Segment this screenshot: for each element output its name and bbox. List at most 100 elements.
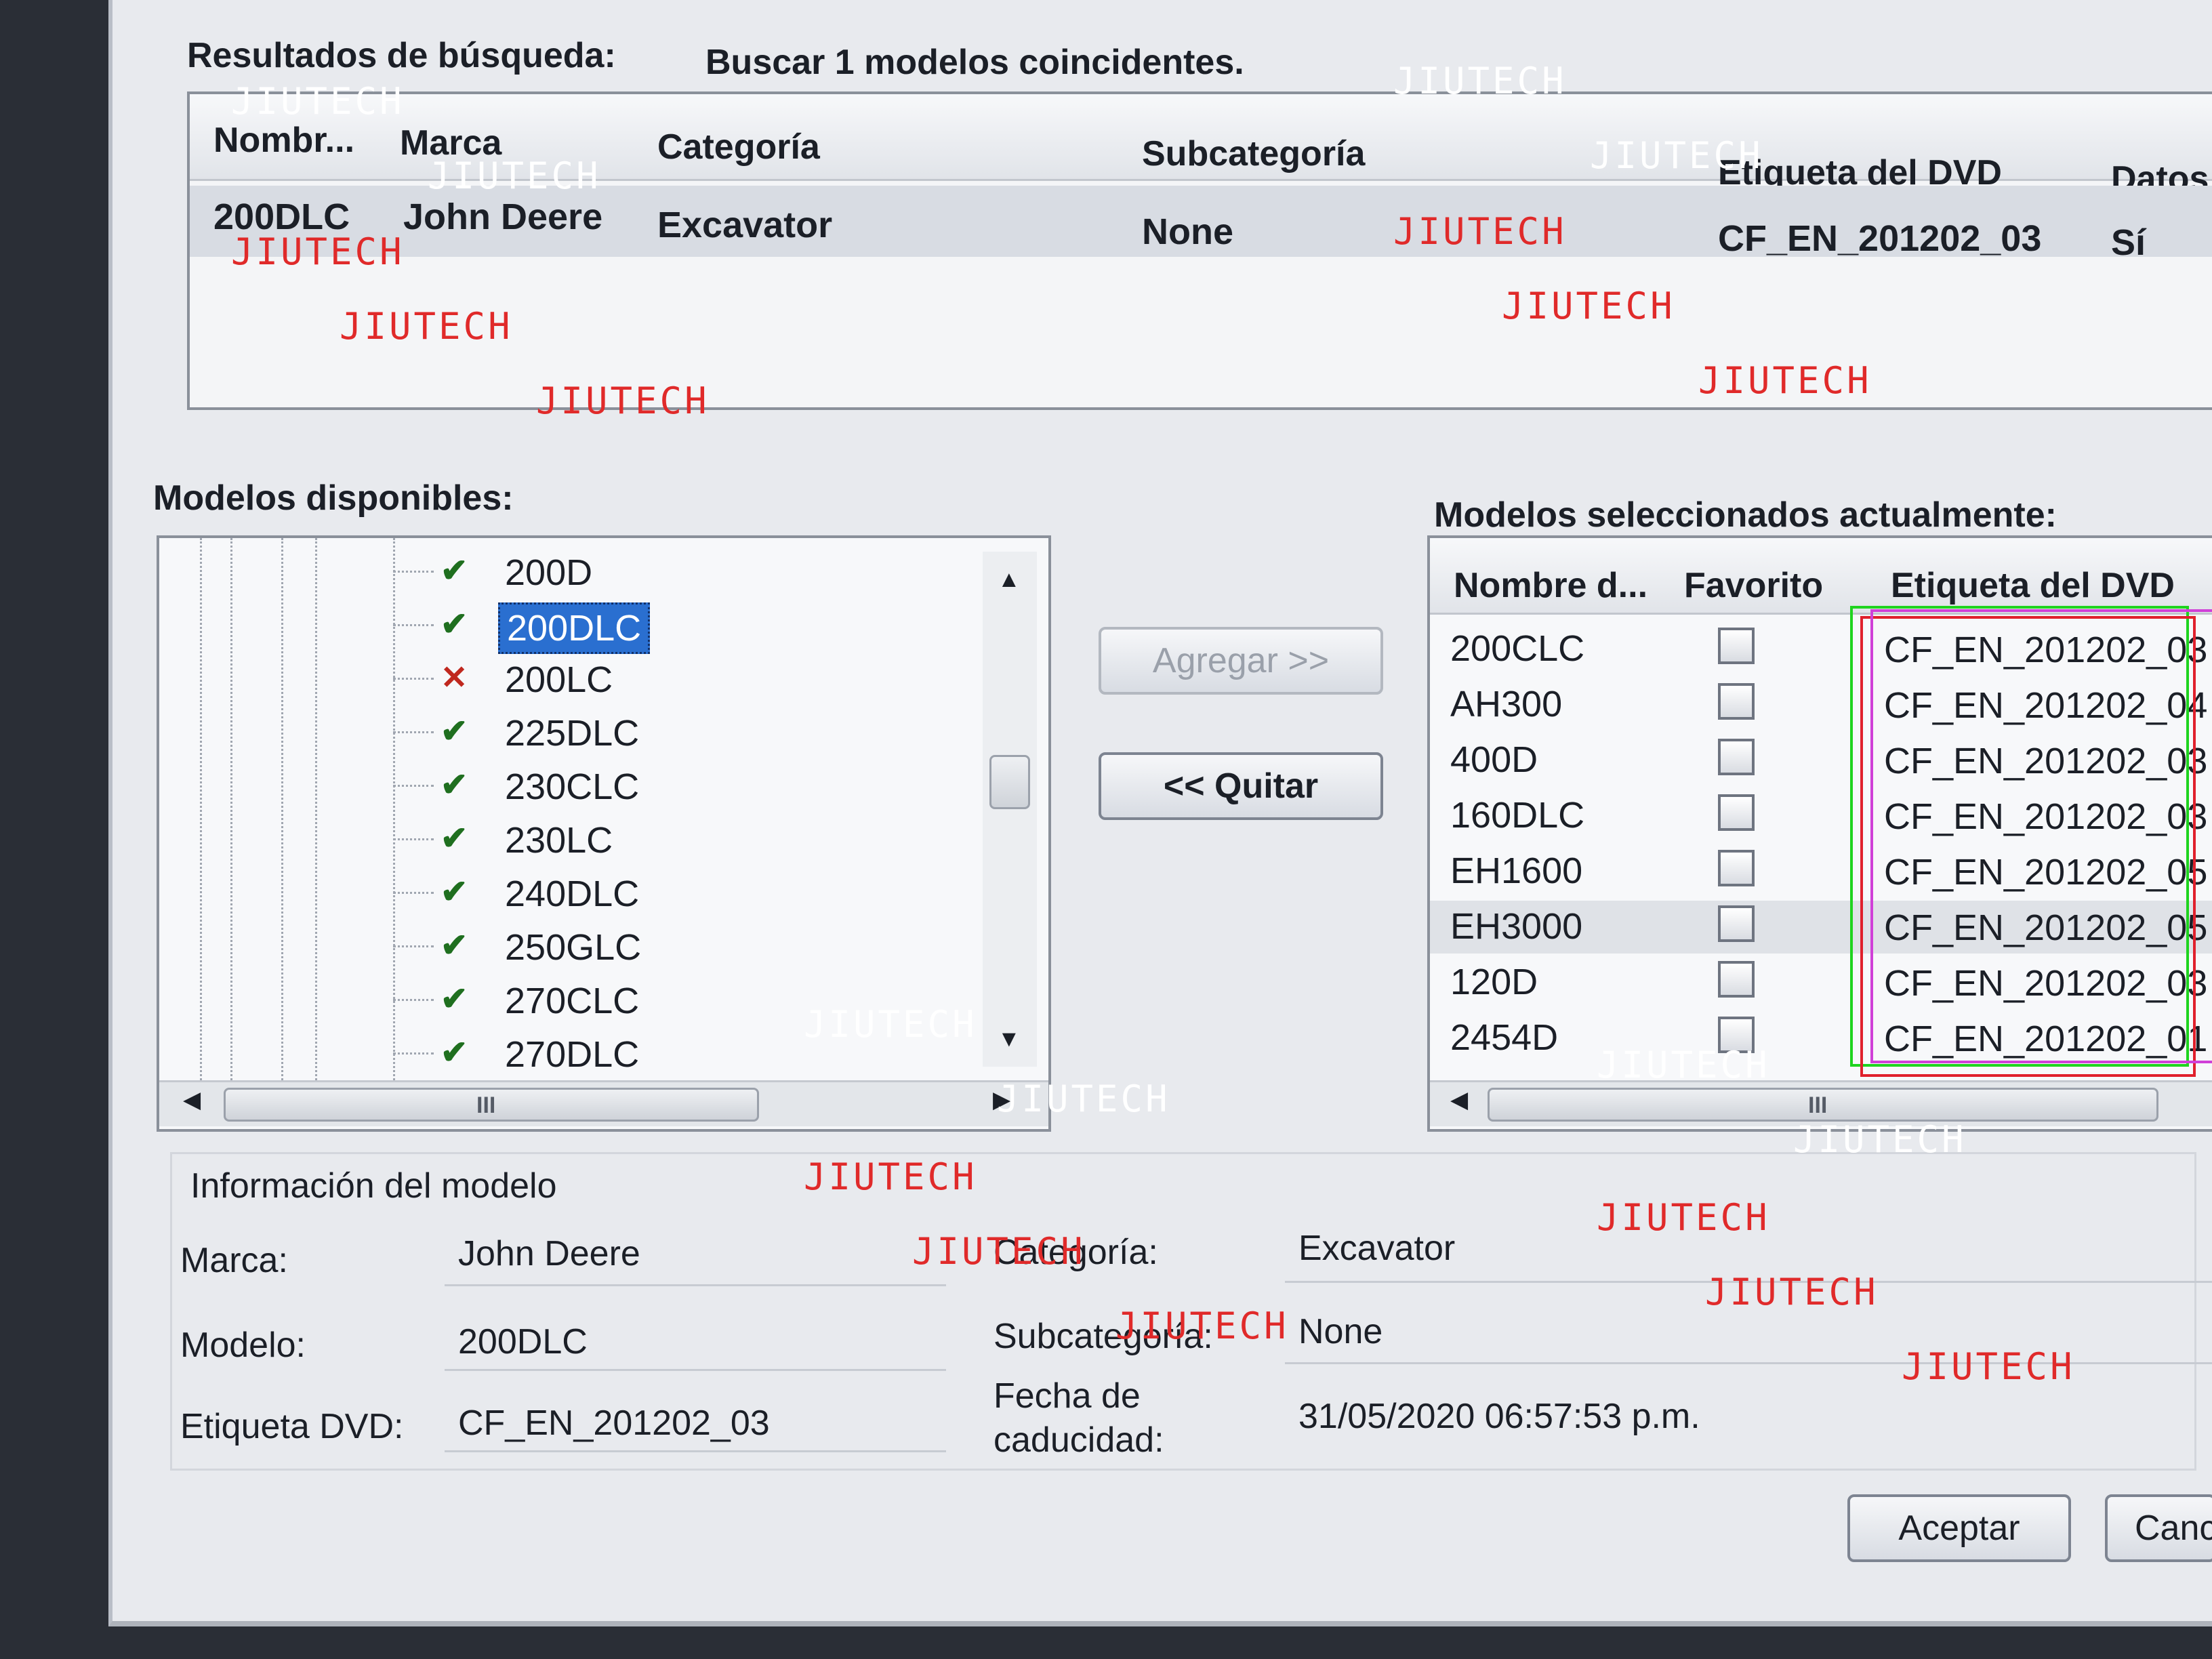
accept-button[interactable]: Aceptar bbox=[1847, 1494, 2071, 1562]
selected-model-name: EH1600 bbox=[1450, 851, 1583, 891]
dvd-value: CF_EN_201202_03 bbox=[458, 1404, 770, 1443]
favorite-checkbox[interactable] bbox=[1718, 739, 1755, 775]
grip-icon: III bbox=[476, 1092, 496, 1118]
col-selected-dvd[interactable]: Etiqueta del DVD bbox=[1891, 565, 2175, 606]
available-model-name: 250GLC bbox=[505, 927, 642, 968]
available-model-item[interactable]: ✔ 200DLC bbox=[159, 598, 972, 654]
selected-model-name: 200CLC bbox=[1450, 628, 1585, 669]
selected-models-table: Nombre d... Favorito Etiqueta del DVD 20… bbox=[1427, 535, 2212, 1132]
watermark: JIUTECH bbox=[804, 1155, 977, 1198]
selected-model-name: 120D bbox=[1450, 962, 1538, 1002]
watermark: JIUTECH bbox=[536, 380, 710, 422]
watermark: JIUTECH bbox=[1115, 1305, 1289, 1347]
available-model-name: 270CLC bbox=[505, 981, 640, 1021]
favorite-checkbox[interactable] bbox=[1718, 794, 1755, 831]
brand-value: John Deere bbox=[458, 1234, 640, 1273]
model-label: Modelo: bbox=[180, 1326, 306, 1365]
expiry-value: 31/05/2020 06:57:53 p.m. bbox=[1298, 1397, 1700, 1436]
available-model-name: 240DLC bbox=[505, 874, 640, 914]
watermark: JIUTECH bbox=[1597, 1196, 1770, 1239]
selected-model-name: AH300 bbox=[1450, 684, 1563, 724]
watermark: JIUTECH bbox=[340, 305, 513, 348]
check-icon: ✔ bbox=[441, 981, 468, 1017]
available-hscrollbar[interactable]: ◀ III ▶ bbox=[159, 1080, 1048, 1126]
watermark: JIUTECH bbox=[1597, 1044, 1770, 1086]
search-results-label: Resultados de búsqueda: bbox=[187, 36, 616, 75]
dvd-label: Etiqueta DVD: bbox=[180, 1407, 404, 1446]
col-category[interactable]: Categoría bbox=[657, 127, 820, 167]
selected-hscroll-thumb[interactable]: III bbox=[1488, 1088, 2158, 1122]
expiry-label-line2: caducidad: bbox=[994, 1420, 1164, 1460]
available-model-item[interactable]: ✔ 250GLC bbox=[159, 920, 972, 972]
watermark: JIUTECH bbox=[1502, 285, 1675, 327]
watermark: JIUTECH bbox=[1393, 210, 1567, 253]
brand-label: Marca: bbox=[180, 1241, 288, 1280]
selected-model-name: EH3000 bbox=[1450, 906, 1583, 947]
col-name[interactable]: Nombr... bbox=[213, 120, 354, 161]
favorite-checkbox[interactable] bbox=[1718, 683, 1755, 720]
search-summary: Buscar 1 modelos coincidentes. bbox=[705, 43, 1244, 82]
cross-icon: ✕ bbox=[441, 660, 468, 696]
category-value: Excavator bbox=[1298, 1229, 1456, 1268]
available-model-name: 200LC bbox=[505, 659, 613, 700]
result-category: Excavator bbox=[657, 205, 833, 245]
grip-icon: III bbox=[1808, 1092, 1828, 1118]
watermark: JIUTECH bbox=[1698, 359, 1872, 402]
result-subcategory: None bbox=[1142, 211, 1233, 252]
watermark: JIUTECH bbox=[1793, 1118, 1967, 1161]
remove-button[interactable]: << Quitar bbox=[1099, 752, 1383, 820]
scroll-down-icon[interactable]: ▼ bbox=[998, 1026, 1021, 1052]
check-icon: ✔ bbox=[441, 767, 468, 803]
available-model-item[interactable]: ✔ 230CLC bbox=[159, 759, 972, 812]
available-model-name: 225DLC bbox=[505, 713, 640, 754]
favorite-checkbox[interactable] bbox=[1718, 905, 1755, 942]
watermark: JIUTECH bbox=[912, 1230, 1086, 1273]
cancel-button[interactable]: Canc bbox=[2105, 1494, 2212, 1562]
result-dvd: CF_EN_201202_03 bbox=[1718, 218, 2042, 259]
add-button[interactable]: Agregar >> bbox=[1099, 627, 1383, 695]
watermark: JIUTECH bbox=[1705, 1271, 1879, 1313]
available-vscroll-thumb[interactable] bbox=[989, 755, 1030, 809]
available-vscrollbar[interactable]: ▲ ▼ bbox=[983, 552, 1037, 1067]
watermark: JIUTECH bbox=[428, 155, 601, 197]
available-model-item[interactable]: ✔ 225DLC bbox=[159, 705, 972, 758]
watermark: JIUTECH bbox=[231, 80, 405, 123]
watermark: JIUTECH bbox=[1590, 134, 1763, 177]
watermark: JIUTECH bbox=[1902, 1345, 2075, 1388]
check-icon: ✔ bbox=[441, 874, 468, 910]
available-hscroll-thumb[interactable]: III bbox=[224, 1088, 759, 1122]
check-icon: ✔ bbox=[441, 607, 468, 642]
scroll-up-icon[interactable]: ▲ bbox=[998, 567, 1021, 593]
available-model-name: 270DLC bbox=[505, 1034, 640, 1075]
selected-model-name: 160DLC bbox=[1450, 795, 1585, 836]
available-model-name: 230LC bbox=[505, 820, 613, 861]
favorite-checkbox[interactable] bbox=[1718, 628, 1755, 664]
scroll-left-icon[interactable]: ◀ bbox=[183, 1086, 201, 1113]
col-favorite[interactable]: Favorito bbox=[1684, 565, 1823, 606]
available-model-item[interactable]: ✔ 240DLC bbox=[159, 866, 972, 919]
model-info-title: Información del modelo bbox=[190, 1166, 557, 1206]
selected-model-name: 2454D bbox=[1450, 1017, 1559, 1058]
col-selected-name[interactable]: Nombre d... bbox=[1454, 565, 1647, 606]
check-icon: ✔ bbox=[441, 1035, 468, 1071]
col-subcategory[interactable]: Subcategoría bbox=[1142, 134, 1365, 174]
available-models-label: Modelos disponibles: bbox=[153, 478, 514, 518]
scroll-left-icon[interactable]: ◀ bbox=[1450, 1086, 1468, 1113]
watermark: JIUTECH bbox=[1393, 60, 1567, 102]
favorite-checkbox[interactable] bbox=[1718, 961, 1755, 998]
model-value: 200DLC bbox=[458, 1322, 588, 1361]
expiry-label-line1: Fecha de bbox=[994, 1376, 1141, 1416]
watermark: JIUTECH bbox=[997, 1078, 1170, 1120]
check-icon: ✔ bbox=[441, 821, 468, 857]
favorite-checkbox[interactable] bbox=[1718, 850, 1755, 886]
available-model-item[interactable]: ✔ 230LC bbox=[159, 813, 972, 865]
result-brand: John Deere bbox=[403, 197, 603, 237]
search-results-table: Nombr... Marca Categoría Subcategoría Et… bbox=[187, 91, 2212, 410]
result-data: Sí bbox=[2111, 222, 2146, 263]
available-model-item[interactable]: ✔ 200D bbox=[159, 545, 972, 598]
watermark: JIUTECH bbox=[804, 1003, 977, 1046]
available-model-name: 200DLC bbox=[498, 602, 651, 654]
annotation-box-magenta bbox=[1870, 609, 2212, 1063]
selected-models-label: Modelos seleccionados actualmente: bbox=[1434, 495, 2057, 535]
available-model-item[interactable]: ✕ 200LC bbox=[159, 652, 972, 705]
